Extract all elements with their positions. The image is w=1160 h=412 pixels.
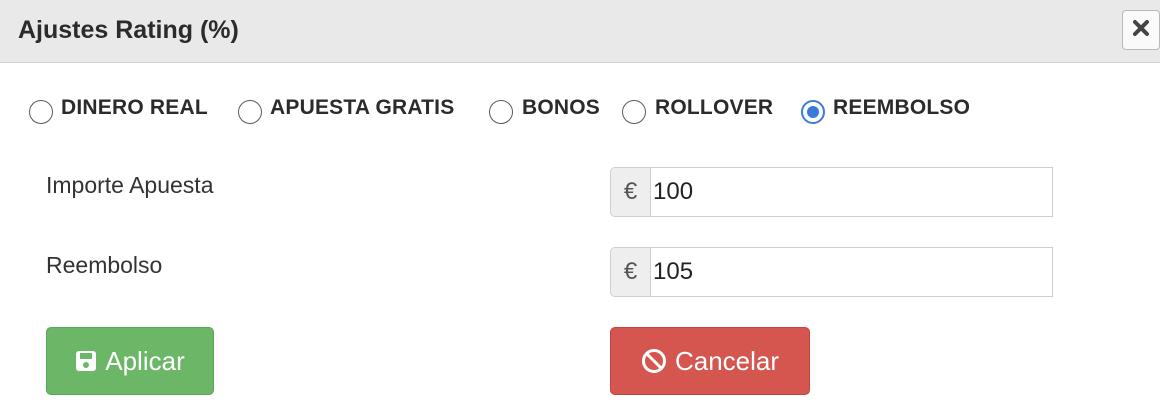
euro-currency-addon: € [610, 167, 650, 217]
radio-label: REEMBOLSO [833, 96, 971, 119]
stake-label: Importe Apuesta [46, 172, 214, 198]
cancel-button-label: Cancelar [674, 345, 780, 376]
cancel-button[interactable]: Cancelar [610, 327, 810, 395]
close-button[interactable] [1122, 10, 1160, 50]
refund-label: Reembolso [46, 252, 163, 278]
radio-button[interactable] [29, 100, 53, 124]
refund-input[interactable] [650, 247, 1053, 297]
bet-type-radio-group: DINERO REAL APUESTA GRATIS BONOS ROLLOVE… [0, 90, 1160, 130]
radio-button[interactable] [622, 100, 646, 124]
ban-icon [641, 348, 667, 374]
radio-label: ROLLOVER [655, 96, 774, 119]
refund-input-group: € [610, 247, 1053, 297]
stake-input[interactable] [650, 167, 1053, 217]
radio-button[interactable] [489, 100, 513, 124]
save-icon [75, 350, 97, 372]
euro-currency-addon: € [610, 247, 650, 297]
rating-settings-dialog: Ajustes Rating (%) DINERO REAL APUESTA G… [0, 0, 1160, 412]
radio-label: DINERO REAL [61, 96, 208, 119]
apply-button-label: Aplicar [105, 345, 185, 376]
stake-input-group: € [610, 167, 1053, 217]
dialog-header: Ajustes Rating (%) [0, 0, 1160, 63]
radio-button[interactable] [238, 100, 262, 124]
dialog-title: Ajustes Rating (%) [18, 16, 239, 44]
apply-button[interactable]: Aplicar [46, 327, 214, 395]
radio-label: BONOS [522, 96, 601, 119]
radio-label: APUESTA GRATIS [270, 96, 455, 119]
close-icon [1132, 19, 1150, 42]
radio-button-selected[interactable] [801, 100, 825, 124]
